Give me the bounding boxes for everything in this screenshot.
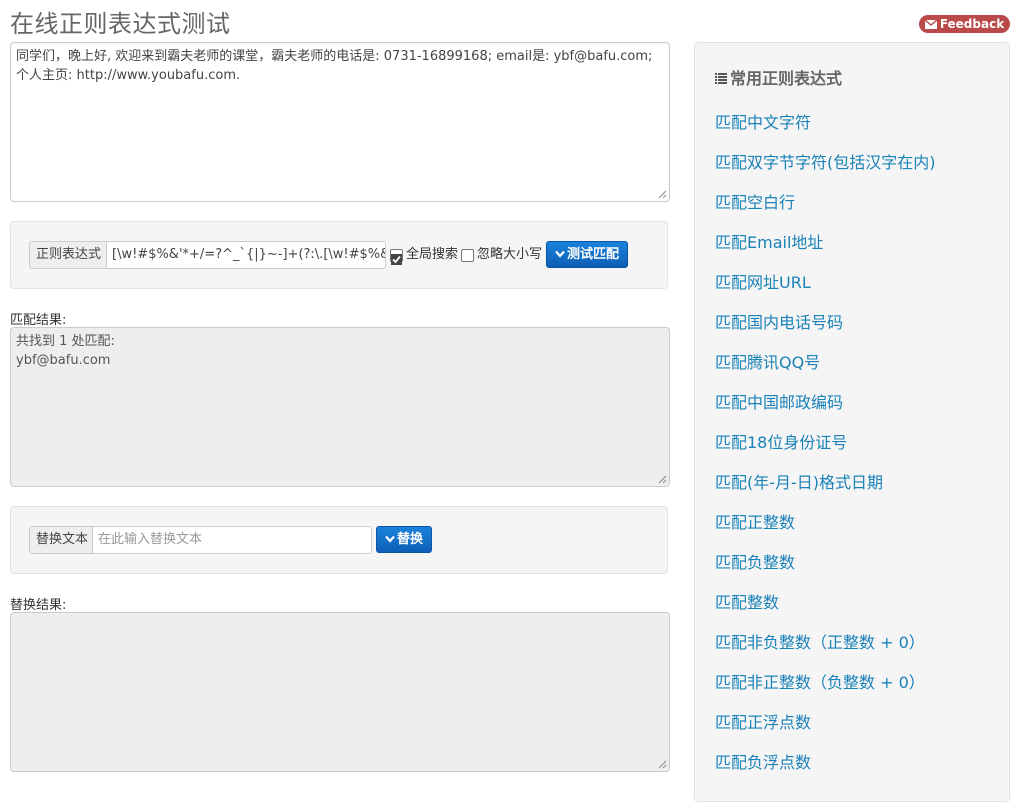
sidebar-link[interactable]: 匹配网址URL <box>715 269 811 293</box>
sidebar-link[interactable]: 匹配Email地址 <box>715 229 823 253</box>
check-icon <box>391 254 402 265</box>
regex-panel: 正则表达式 [\w!#$%&'*+/=?^_`{|}~-]+(?:\.[\w!#… <box>10 221 668 289</box>
replace-button[interactable]: 替换 <box>376 526 433 553</box>
chevron-down-icon <box>555 250 565 258</box>
sidebar-header-label: 常用正则表达式 <box>730 69 843 88</box>
sidebar-link[interactable]: 匹配腾讯QQ号 <box>715 349 820 373</box>
regex-input[interactable]: [\w!#$%&'*+/=?^_`{|}~-]+(?:\.[\w!#$%&'*+… <box>106 241 386 269</box>
replace-result-label: 替换结果: <box>10 598 67 613</box>
sidebar-link[interactable]: 匹配双字节字符(包括汉字在内) <box>715 149 936 173</box>
regex-label: 正则表达式 <box>29 241 109 269</box>
replace-label: 替换文本 <box>29 526 96 554</box>
test-match-label: 测试匹配 <box>567 247 620 262</box>
sidebar-link[interactable]: 匹配正整数 <box>715 509 795 533</box>
sidebar-link[interactable]: 匹配中文字符 <box>715 109 811 133</box>
sidebar-link[interactable]: 匹配正浮点数 <box>715 709 811 733</box>
sidebar-link[interactable]: 匹配整数 <box>715 589 779 613</box>
test-match-button[interactable]: 测试匹配 <box>546 241 629 268</box>
replace-result-box[interactable] <box>10 612 670 772</box>
replace-input[interactable]: 在此输入替换文本 <box>92 526 372 554</box>
sidebar-header: 常用正则表达式 <box>715 65 842 89</box>
global-search-label: 全局搜索 <box>406 247 459 262</box>
sidebar-link[interactable]: 匹配(年-月-日)格式日期 <box>715 469 883 493</box>
page-title: 在线正则表达式测试 <box>10 10 231 38</box>
sidebar-link[interactable]: 匹配18位身份证号 <box>715 429 847 453</box>
feedback-button[interactable]: Feedback <box>919 15 1010 33</box>
ignore-case-label: 忽略大小写 <box>477 247 543 262</box>
source-textarea[interactable]: 同学们，晚上好, 欢迎来到霸夫老师的课堂，霸夫老师的电话是: 0731-1689… <box>10 42 670 202</box>
mail-icon <box>924 20 937 29</box>
feedback-label: Feedback <box>939 17 1005 31</box>
match-item: ybf@bafu.com <box>16 353 111 368</box>
sidebar-link[interactable]: 匹配空白行 <box>715 189 795 213</box>
sidebar-link[interactable]: 匹配非正整数（负整数 + 0） <box>715 669 925 693</box>
list-icon <box>715 73 727 84</box>
replace-panel: 替换文本 在此输入替换文本 替换 <box>10 506 668 574</box>
sidebar-link[interactable]: 匹配非负整数（正整数 + 0） <box>715 629 925 653</box>
ignore-case-checkbox[interactable] <box>461 249 474 262</box>
match-result-box[interactable]: 共找到 1 处匹配: ybf@bafu.com <box>10 327 670 487</box>
match-summary: 共找到 1 处匹配: <box>16 334 115 349</box>
match-result-label: 匹配结果: <box>10 313 67 328</box>
sidebar: 常用正则表达式 匹配中文字符 匹配双字节字符(包括汉字在内) 匹配空白行 匹配E… <box>694 42 1010 802</box>
sidebar-link[interactable]: 匹配负整数 <box>715 549 795 573</box>
chevron-down-icon <box>385 535 395 543</box>
sidebar-link[interactable]: 匹配中国邮政编码 <box>715 389 843 413</box>
global-search-checkbox[interactable] <box>390 249 403 265</box>
sidebar-link[interactable]: 匹配国内电话号码 <box>715 309 843 333</box>
sidebar-link[interactable]: 匹配负浮点数 <box>715 749 811 773</box>
replace-button-label: 替换 <box>397 532 424 547</box>
